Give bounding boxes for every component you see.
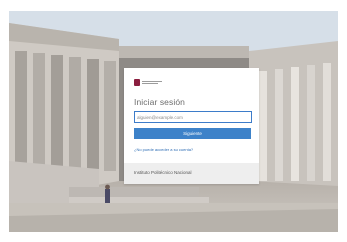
- organization-name: Instituto Politécnico Nacional: [134, 170, 192, 175]
- logo-seal-icon: [134, 79, 140, 86]
- email-input[interactable]: [134, 111, 252, 123]
- page-frame: Iniciar sesión Siguiente ¿No puede acced…: [0, 0, 347, 242]
- ipn-logo: [134, 79, 164, 86]
- logo-wordmark: [142, 81, 162, 84]
- signin-title: Iniciar sesión: [134, 97, 186, 107]
- cant-access-link[interactable]: ¿No puede acceder a su cuenta?: [134, 147, 193, 152]
- signin-card: Iniciar sesión Siguiente ¿No puede acced…: [124, 68, 259, 184]
- next-button[interactable]: Siguiente: [134, 128, 251, 139]
- card-footer: Instituto Politécnico Nacional: [124, 163, 259, 184]
